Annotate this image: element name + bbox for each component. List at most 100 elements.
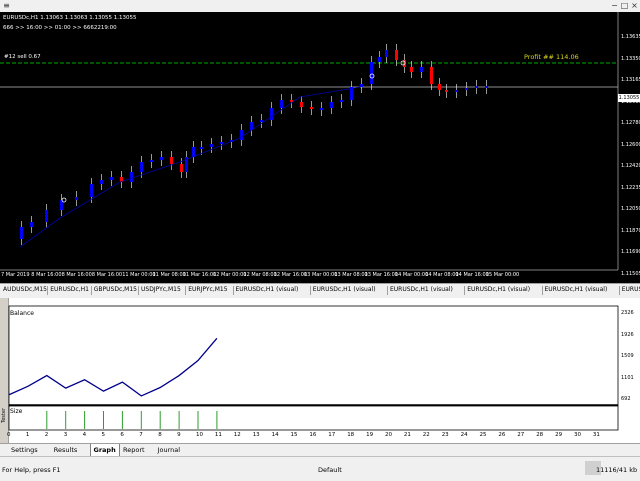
- strategy-tester: Tester Balance Size 2326 1926 1509 1101 692 …: [0, 298, 640, 443]
- trade-tick: 25: [479, 432, 487, 438]
- balance-graph: [8, 305, 619, 431]
- candle-body: [192, 147, 195, 157]
- restore-icon[interactable]: □: [620, 1, 629, 10]
- trade-tick: 10: [196, 432, 203, 438]
- balance-tick: 2326: [621, 310, 634, 316]
- candle-body: [360, 84, 363, 87]
- price-tick: 1.13165: [621, 77, 640, 83]
- trade-tick: 22: [422, 432, 430, 438]
- price-tick: 1.11870: [621, 227, 640, 234]
- price-tick: 1.12235: [621, 184, 640, 191]
- candle-body: [385, 50, 388, 57]
- symbol-tab[interactable]: USDJPYc,M15: [141, 286, 181, 293]
- trade-tick: 4: [82, 432, 87, 438]
- traffic-text: 11116/41 kb: [596, 466, 638, 474]
- symbol-tab[interactable]: EURJPYc,M15: [188, 286, 227, 293]
- candle-body: [395, 50, 398, 60]
- trade-tick: 3: [63, 432, 68, 438]
- candle-body: [30, 222, 33, 227]
- trade-tick: 15: [290, 432, 298, 438]
- price-chart[interactable]: EURUSDc,H1 1.13063 1.13063 1.13055 1.130…: [0, 12, 640, 283]
- date-tick: 14 Mar 00:00: [394, 272, 429, 278]
- tab-settings[interactable]: Settings: [8, 444, 41, 456]
- symbol-tab[interactable]: GBPUSDc,M15: [94, 286, 137, 293]
- balance-panel: [8, 305, 619, 407]
- trade-tick: 2: [44, 432, 49, 438]
- candle-body: [310, 107, 313, 109]
- candle-body: [110, 177, 113, 180]
- candle-body: [430, 67, 433, 84]
- price-tick: 1.11505: [621, 270, 640, 277]
- order-label: #12 sell 0.67: [4, 54, 41, 60]
- tab-journal[interactable]: Journal: [155, 444, 183, 456]
- candle-body: [180, 164, 183, 172]
- trade-tick: 1: [25, 432, 30, 438]
- trade-tick: 19: [366, 432, 374, 438]
- status-bar: For Help, press F1 Default 11116/41 kb: [0, 456, 640, 481]
- candle-body: [210, 144, 213, 147]
- trade-tick: 31: [592, 432, 600, 438]
- tab-separator: [618, 286, 620, 295]
- candle-body: [465, 88, 468, 90]
- tab-report[interactable]: Report: [120, 444, 148, 456]
- date-tick: 7 Mar 2019: [1, 272, 30, 278]
- price-tick: 1.12050: [621, 206, 640, 212]
- help-text: For Help, press F1: [2, 466, 61, 474]
- balance-tick: 1926: [621, 331, 634, 338]
- symbol-tab[interactable]: EURUSDc,H1 (visual): [313, 286, 376, 293]
- trade-tick: 7: [139, 432, 143, 438]
- tab-separator: [90, 286, 92, 295]
- candle-body: [260, 120, 263, 122]
- trade-trend-line: [19, 86, 361, 248]
- trade-tick: 24: [460, 432, 468, 438]
- candle-body: [330, 102, 333, 108]
- price-tick: 1.11690: [621, 249, 640, 255]
- symbol-tab[interactable]: EURUSDc,H1: [50, 286, 89, 293]
- profit-label: Profit ## 114.06: [524, 53, 579, 61]
- candle-body: [455, 90, 458, 92]
- tab-separator: [464, 286, 466, 295]
- date-tick: 12 Mar 00:00: [213, 272, 247, 278]
- symbol-tab[interactable]: EURUSDc,H1 (visual): [622, 286, 640, 293]
- balance-tick: 1509: [621, 353, 634, 359]
- trade-tick: 30: [574, 432, 581, 438]
- size-label: Size: [10, 408, 23, 415]
- candle-body: [130, 172, 133, 182]
- close-icon[interactable]: ×: [630, 1, 639, 10]
- symbol-tab[interactable]: EURUSDc,H1 (visual): [467, 286, 530, 293]
- trade-tick: 28: [536, 432, 544, 438]
- candle-body: [140, 162, 143, 172]
- date-tick: 8 Mar 16:00: [91, 272, 123, 278]
- symbol-tab[interactable]: EURUSDc,H1 (visual): [236, 286, 299, 293]
- candle-body: [300, 102, 303, 107]
- symbol-tab[interactable]: EURUSDc,H1 (visual): [545, 286, 608, 293]
- candle-body: [200, 147, 203, 149]
- candle-body: [240, 130, 243, 140]
- size-panel: [8, 405, 619, 431]
- price-tick: 1.12420: [621, 163, 640, 169]
- candle-body: [475, 86, 478, 88]
- candle-body: [410, 67, 413, 72]
- symbol-tab[interactable]: EURUSDc,H1 (visual): [390, 286, 453, 293]
- candle-body: [250, 122, 253, 130]
- trade-tick: 23: [441, 432, 449, 438]
- symbol-tab[interactable]: AUDUSDc,M15: [3, 286, 47, 293]
- tab-separator: [47, 286, 49, 295]
- trade-tick: 26: [498, 432, 506, 438]
- date-tick: 14 Mar 16:00: [455, 272, 489, 278]
- date-tick: 13 Mar 00:00: [304, 272, 338, 278]
- balance-label: Balance: [10, 310, 34, 317]
- trade-tick: 9: [177, 432, 181, 438]
- candle-body: [438, 84, 441, 90]
- menu-icon[interactable]: ≡: [2, 1, 11, 10]
- trade-tick: 27: [517, 432, 525, 438]
- date-tick: 12 Mar 08:00: [243, 272, 277, 278]
- date-tick: 15 Mar 00:00: [485, 272, 520, 278]
- trade-tick: 21: [403, 432, 411, 438]
- trade-tick: 12: [233, 432, 241, 438]
- trade-tick: 13: [252, 432, 260, 438]
- minimize-icon[interactable]: −: [610, 1, 619, 10]
- trade-tick: 5: [101, 432, 106, 438]
- tab-results[interactable]: Results: [51, 444, 80, 456]
- price-tick: 1.13635: [621, 34, 640, 40]
